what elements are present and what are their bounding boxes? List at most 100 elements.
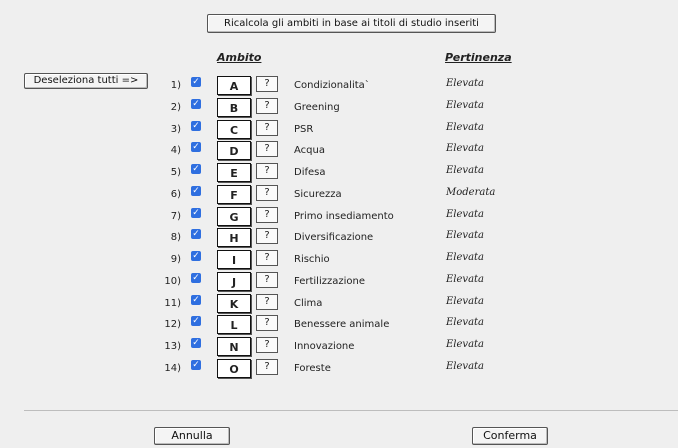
ambito-code-button[interactable]: H <box>217 228 251 247</box>
checkmark-icon: ✓ <box>192 338 200 348</box>
ambito-label: Fertilizzazione <box>294 276 365 287</box>
checkmark-icon: ✓ <box>192 229 200 239</box>
checkmark-icon: ✓ <box>192 99 200 109</box>
checkmark-icon: ✓ <box>192 251 200 261</box>
help-button[interactable]: ? <box>256 272 278 288</box>
pertinenza-value: Elevata <box>446 209 485 220</box>
ambito-row: 5) ✓ E? Difesa Elevata <box>0 163 678 183</box>
ambito-row: 11) ✓ K? Clima Elevata <box>0 294 678 314</box>
row-checkbox[interactable]: ✓ <box>191 251 201 261</box>
recalculate-button[interactable]: Ricalcola gli ambiti in base ai titoli d… <box>207 14 496 33</box>
ambito-code-button[interactable]: N <box>217 337 251 356</box>
ambito-code-button[interactable]: D <box>217 141 251 160</box>
ambito-row: 3) ✓ C? PSR Elevata <box>0 120 678 140</box>
ambito-label: Greening <box>294 102 340 113</box>
checkmark-icon: ✓ <box>192 316 200 326</box>
ambito-row: 4) ✓ D? Acqua Elevata <box>0 141 678 161</box>
ambito-label: Acqua <box>294 145 325 156</box>
row-checkbox[interactable]: ✓ <box>191 295 201 305</box>
checkmark-icon: ✓ <box>192 142 200 152</box>
checkmark-icon: ✓ <box>192 121 200 131</box>
pertinenza-value: Elevata <box>446 78 485 89</box>
ambito-code-button[interactable]: C <box>217 120 251 139</box>
ambito-code-button[interactable]: B <box>217 98 251 117</box>
ambito-code-button[interactable]: I <box>217 250 251 269</box>
row-checkbox[interactable]: ✓ <box>191 208 201 218</box>
ambito-row: 6) ✓ F? Sicurezza Moderata <box>0 185 678 205</box>
footer-divider <box>24 410 678 411</box>
row-checkbox[interactable]: ✓ <box>191 273 201 283</box>
row-checkbox[interactable]: ✓ <box>191 316 201 326</box>
pertinenza-value: Elevata <box>446 252 485 263</box>
checkmark-icon: ✓ <box>192 208 200 218</box>
help-button[interactable]: ? <box>256 337 278 353</box>
help-button[interactable]: ? <box>256 120 278 136</box>
ambito-label: Benessere animale <box>294 319 390 330</box>
ambito-label: Sicurezza <box>294 189 342 200</box>
pertinenza-value: Elevata <box>446 122 485 133</box>
row-number: 12) <box>164 319 181 330</box>
help-button[interactable]: ? <box>256 98 278 114</box>
help-button[interactable]: ? <box>256 315 278 331</box>
pertinenza-value: Elevata <box>446 143 485 154</box>
pertinenza-value: Elevata <box>446 230 485 241</box>
pertinenza-value: Elevata <box>446 361 485 372</box>
row-number: 3) <box>170 124 181 135</box>
row-number: 2) <box>170 102 181 113</box>
ambito-row: 12) ✓ L? Benessere animale Elevata <box>0 315 678 335</box>
help-button[interactable]: ? <box>256 294 278 310</box>
column-header-ambito: Ambito <box>217 51 262 64</box>
pertinenza-value: Elevata <box>446 100 485 111</box>
ambito-row: 9) ✓ I? Rischio Elevata <box>0 250 678 270</box>
pertinenza-value: Elevata <box>446 165 485 176</box>
ambito-label: Primo insediamento <box>294 211 394 222</box>
ambito-label: Foreste <box>294 363 331 374</box>
help-button[interactable]: ? <box>256 250 278 266</box>
checkmark-icon: ✓ <box>192 186 200 196</box>
row-checkbox[interactable]: ✓ <box>191 229 201 239</box>
checkmark-icon: ✓ <box>192 164 200 174</box>
help-button[interactable]: ? <box>256 207 278 223</box>
row-checkbox[interactable]: ✓ <box>191 164 201 174</box>
column-header-pertinenza: Pertinenza <box>445 51 512 64</box>
row-checkbox[interactable]: ✓ <box>191 360 201 370</box>
row-checkbox[interactable]: ✓ <box>191 186 201 196</box>
pertinenza-value: Elevata <box>446 317 485 328</box>
checkmark-icon: ✓ <box>192 273 200 283</box>
ambito-code-button[interactable]: O <box>217 359 251 378</box>
help-button[interactable]: ? <box>256 228 278 244</box>
row-checkbox[interactable]: ✓ <box>191 99 201 109</box>
ambito-row: 2) ✓ B? Greening Elevata <box>0 98 678 118</box>
ambito-row: 10) ✓ J? Fertilizzazione Elevata <box>0 272 678 292</box>
ambito-code-button[interactable]: L <box>217 315 251 334</box>
help-button[interactable]: ? <box>256 141 278 157</box>
row-number: 11) <box>164 298 181 309</box>
cancel-button[interactable]: Annulla <box>154 427 230 445</box>
ambito-row: 1) ✓ A? Condizionalita` Elevata <box>0 76 678 96</box>
help-button[interactable]: ? <box>256 185 278 201</box>
pertinenza-value: Moderata <box>446 187 496 198</box>
ambito-code-button[interactable]: K <box>217 294 251 313</box>
ambito-label: Diversificazione <box>294 232 374 243</box>
help-button[interactable]: ? <box>256 359 278 375</box>
ambito-row: 7) ✓ G? Primo insediamento Elevata <box>0 207 678 227</box>
help-button[interactable]: ? <box>256 163 278 179</box>
ambito-label: Clima <box>294 298 323 309</box>
confirm-button[interactable]: Conferma <box>472 427 548 445</box>
pertinenza-value: Elevata <box>446 274 485 285</box>
row-checkbox[interactable]: ✓ <box>191 121 201 131</box>
help-button[interactable]: ? <box>256 76 278 92</box>
pertinenza-value: Elevata <box>446 296 485 307</box>
row-checkbox[interactable]: ✓ <box>191 338 201 348</box>
row-number: 6) <box>170 189 181 200</box>
ambito-label: Rischio <box>294 254 330 265</box>
ambito-code-button[interactable]: E <box>217 163 251 182</box>
row-checkbox[interactable]: ✓ <box>191 142 201 152</box>
checkmark-icon: ✓ <box>192 360 200 370</box>
ambito-label: PSR <box>294 124 314 135</box>
row-checkbox[interactable]: ✓ <box>191 77 201 87</box>
ambito-code-button[interactable]: G <box>217 207 251 226</box>
ambito-code-button[interactable]: F <box>217 185 251 204</box>
ambito-code-button[interactable]: J <box>217 272 251 291</box>
ambito-code-button[interactable]: A <box>217 76 251 95</box>
